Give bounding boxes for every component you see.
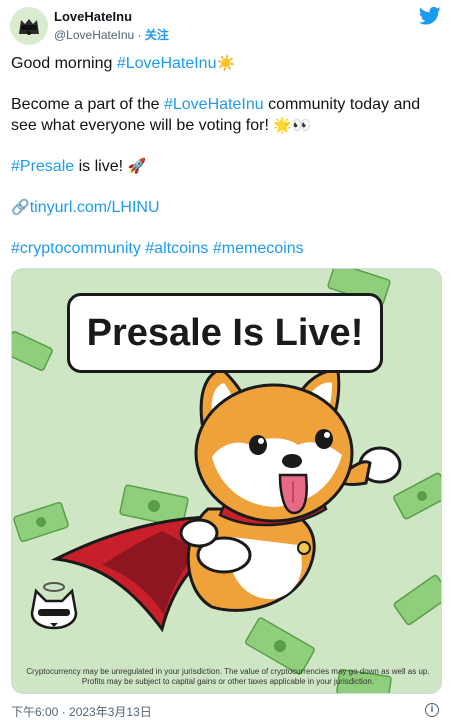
tweet-line-hashtags: #cryptocommunity #altcoins #memecoins [11, 238, 443, 259]
star-eyes-emoji: 🌟👀 [273, 116, 311, 134]
tweet-line-greeting: Good morning #LoveHateInu☀️ [11, 53, 443, 74]
tweet-timestamp[interactable]: 下午6:00 · 2023年3月13日 [11, 703, 152, 720]
info-icon[interactable]: i [425, 703, 439, 717]
tweet-line-presale: #Presale is live! 🚀 [11, 156, 443, 177]
presale-banner: Presale Is Live! [67, 293, 383, 373]
follow-button[interactable]: 关注 [145, 28, 169, 42]
greeting-text: Good morning [11, 55, 117, 72]
tweet-line-community: Become a part of the #LoveHateInu commun… [11, 94, 443, 136]
author-avatar[interactable] [10, 7, 48, 45]
author-name[interactable]: LoveHateInu [54, 9, 132, 24]
tweet-text: Good morning #LoveHateInu☀️ Become a par… [11, 53, 443, 279]
crypto-disclaimer: Cryptocurrency may be unregulated in you… [26, 667, 430, 686]
hashtag-lovehateinu-2[interactable]: #LoveHateInu [164, 96, 264, 113]
tweet-media-image[interactable]: Presale Is Live! Cryptocurrency may be u… [11, 268, 442, 694]
tweet-card: LoveHateInu @LoveHateInu · 关注 Good morni… [0, 0, 453, 720]
sun-emoji: ☀️ [216, 54, 236, 72]
hashtag-presale[interactable]: #Presale [11, 158, 74, 175]
cat-logo [30, 582, 78, 630]
tweet-line-link: 🔗tinyurl.com/LHINU [11, 197, 443, 218]
hashtag-lovehateinu-1[interactable]: #LoveHateInu [117, 55, 217, 72]
link-icon: 🔗 [11, 198, 30, 216]
hashtag-altcoins[interactable]: #altcoins [145, 240, 208, 257]
community-text-a: Become a part of the [11, 96, 164, 113]
hashtag-memecoins[interactable]: #memecoins [213, 240, 304, 257]
author-handle[interactable]: @LoveHateInu [54, 28, 134, 42]
hashtag-cryptocommunity[interactable]: #cryptocommunity [11, 240, 141, 257]
rocket-emoji: 🚀 [127, 157, 147, 175]
author-meta: @LoveHateInu · 关注 [54, 26, 169, 43]
tweet-link[interactable]: tinyurl.com/LHINU [30, 199, 160, 216]
meta-separator: · [134, 28, 145, 42]
avatar-logo [10, 7, 48, 45]
twitter-bird-icon[interactable] [419, 6, 441, 26]
presale-text: is live! [74, 158, 128, 175]
